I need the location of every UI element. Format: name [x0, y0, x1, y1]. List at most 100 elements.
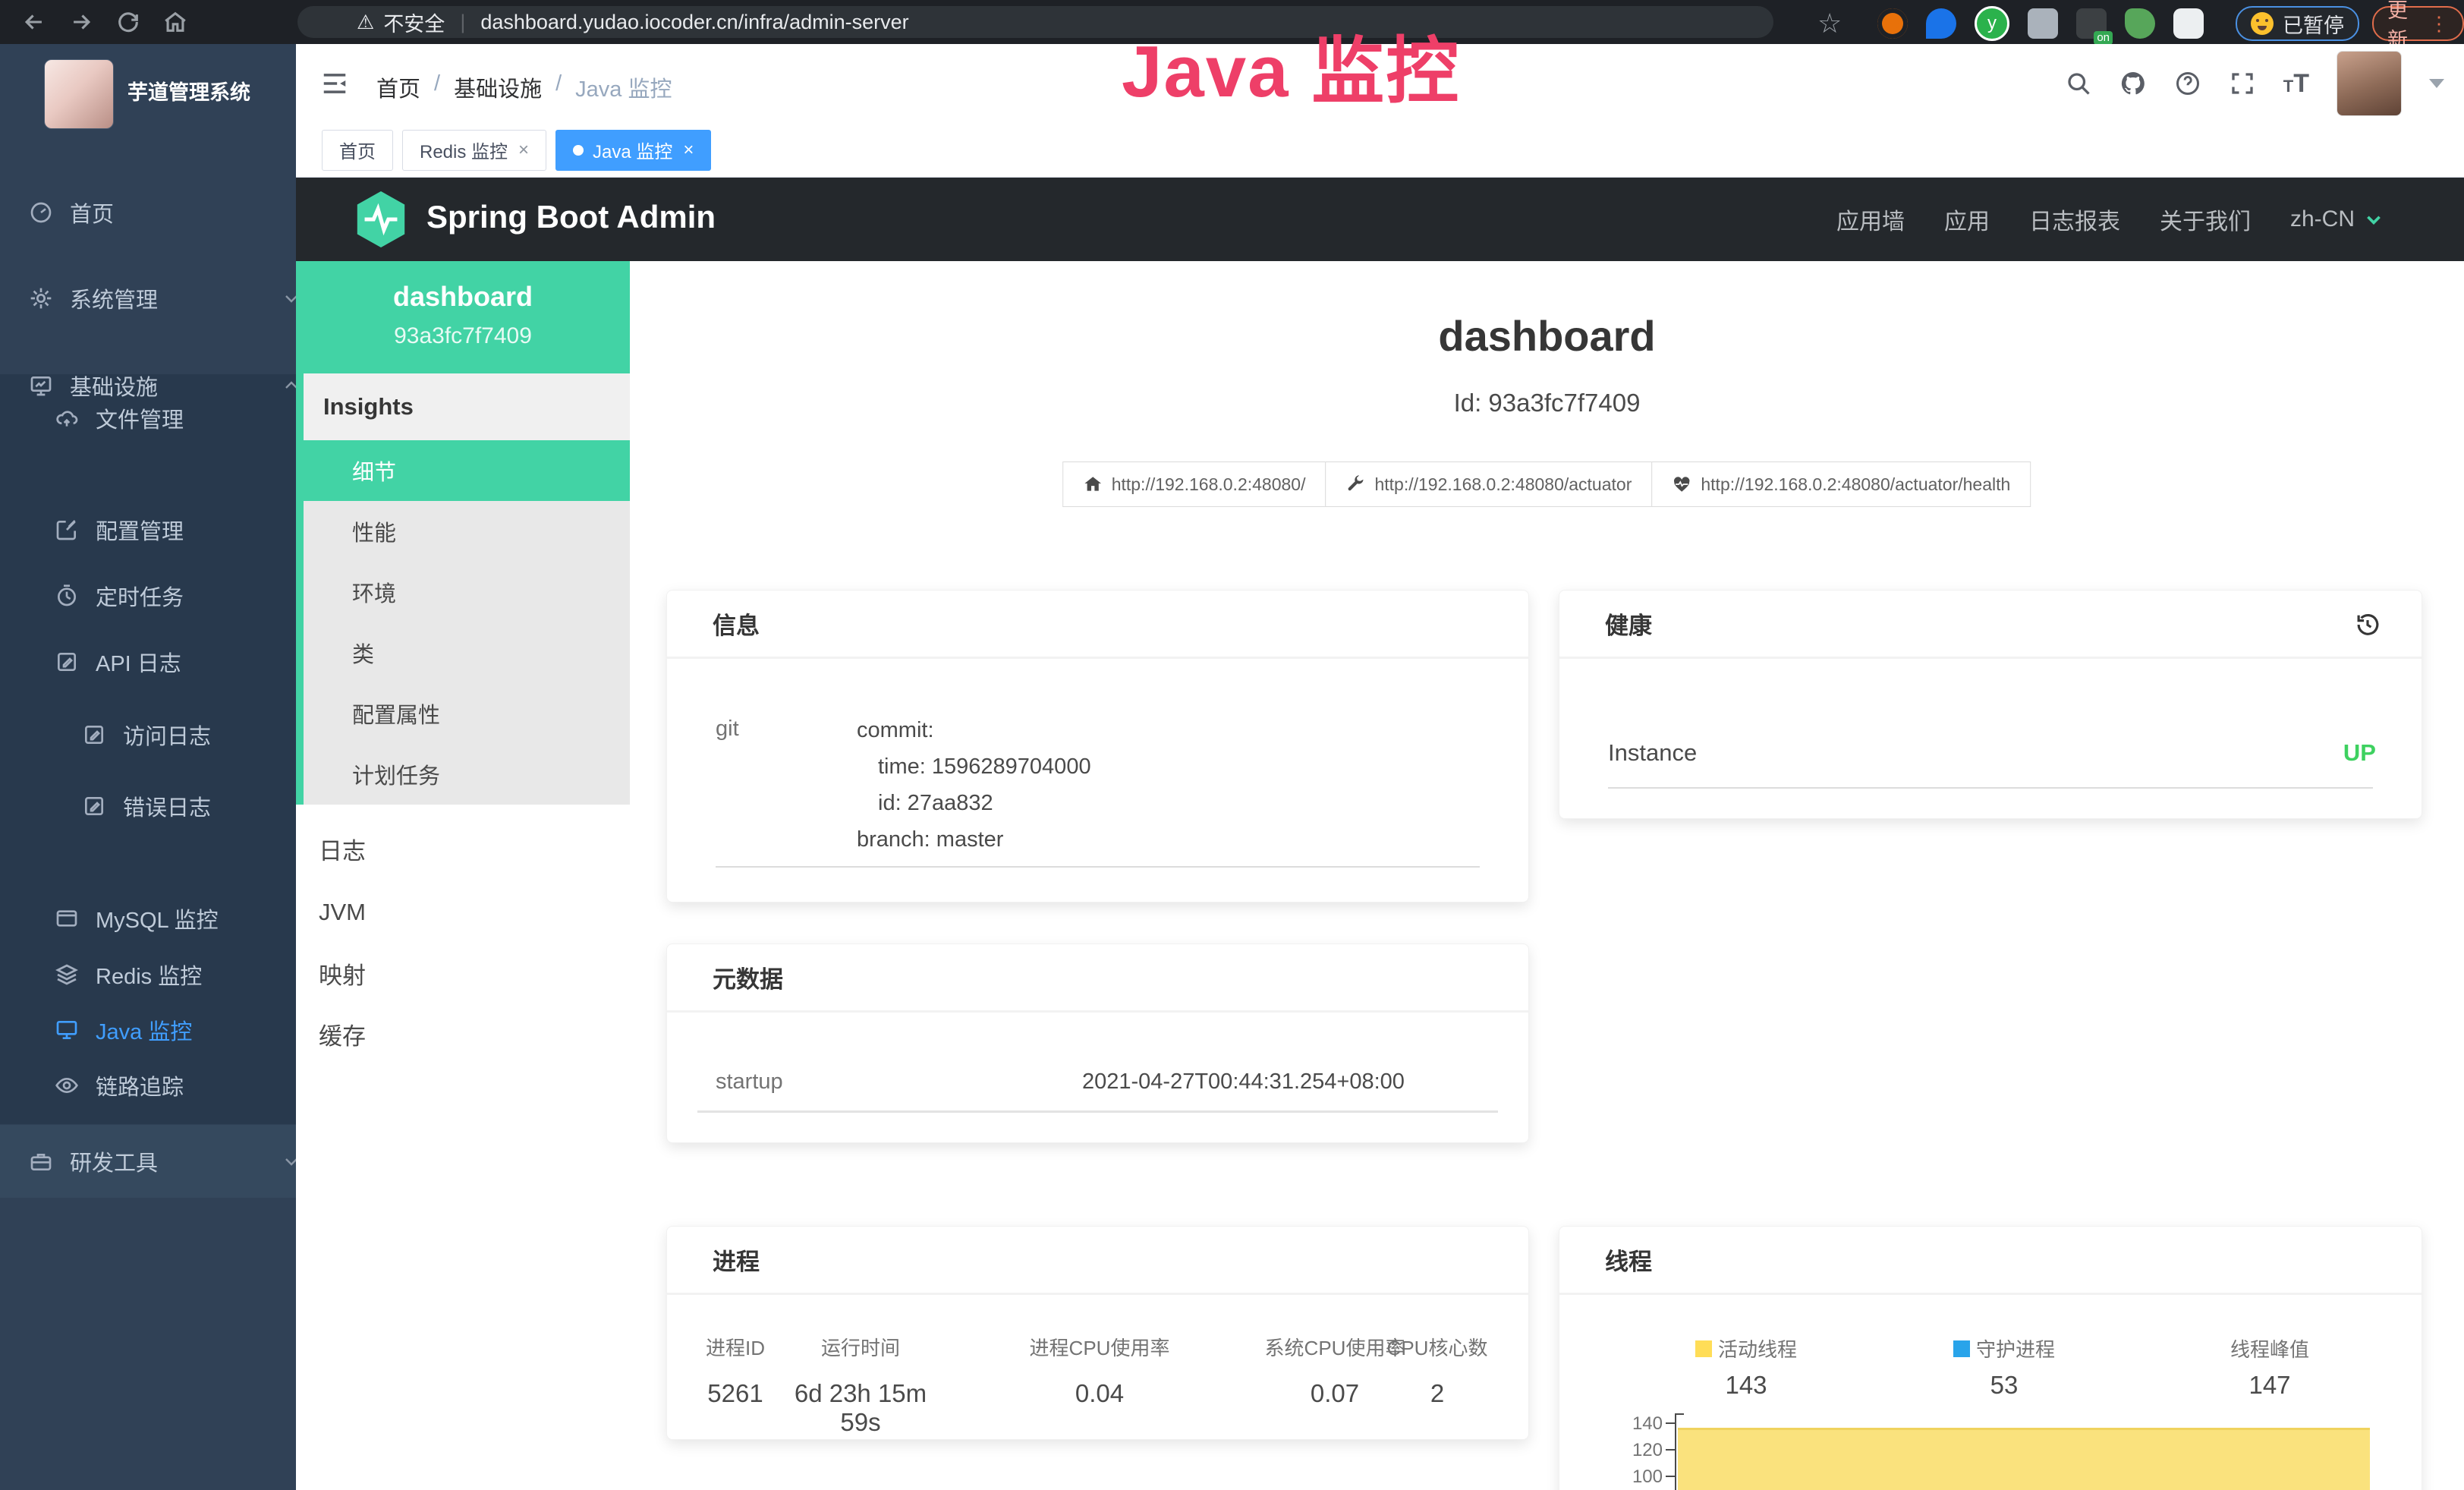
close-icon[interactable]: × — [683, 140, 694, 161]
extension-puzzle-icon[interactable] — [2173, 8, 2204, 39]
legend-label: 活动线程 — [1718, 1334, 1797, 1362]
bookmark-star-icon[interactable]: ☆ — [1817, 8, 1842, 39]
sidebar-item-label: 研发工具 — [70, 1145, 158, 1177]
peak-threads-value: 147 — [2248, 1371, 2290, 1400]
sba-sidebar-item-environment[interactable]: 环境 — [304, 562, 630, 622]
extension-beetle-icon[interactable] — [2125, 8, 2155, 39]
sba-sidebar-item-config-props[interactable]: 配置属性 — [304, 683, 630, 744]
page-instance-id: Id: 93a3fc7f7409 — [630, 389, 2464, 417]
extension-notes-icon[interactable]: on — [2076, 8, 2107, 39]
sba-item-label: 映射 — [319, 956, 366, 991]
sidebar-item-dev-tools[interactable]: 研发工具 — [0, 1125, 325, 1198]
instance-links: http://192.168.0.2:48080/ http://192.168… — [1063, 461, 2031, 507]
log-edit-icon — [55, 650, 79, 674]
update-button[interactable]: 更新 ⋮ — [2372, 6, 2464, 41]
sba-sidebar-item-scheduled-tasks[interactable]: 计划任务 — [304, 744, 630, 805]
legend-peak-threads: 线程峰值 — [2230, 1334, 2309, 1362]
sba-nav-about[interactable]: 关于我们 — [2160, 203, 2251, 236]
sba-sidebar-item-details[interactable]: 细节 — [304, 440, 630, 501]
extension-pin-icon[interactable] — [1926, 8, 1956, 39]
sidebar-item-home[interactable]: 首页 — [0, 181, 325, 244]
live-threads-area — [1678, 1428, 2370, 1490]
sba-sidebar-item-mappings[interactable]: 映射 — [296, 943, 630, 1003]
sba-nav-wallboard[interactable]: 应用墙 — [1836, 203, 1905, 236]
tab-home[interactable]: 首页 — [322, 130, 393, 171]
history-icon[interactable] — [2353, 610, 2382, 639]
service-url-button[interactable]: http://192.168.0.2:48080/ — [1062, 461, 1326, 507]
tag-tabs-bar: 首页 Redis 监控 × Java 监控 × — [296, 123, 2464, 178]
search-icon[interactable] — [2065, 70, 2092, 97]
help-icon[interactable] — [2174, 70, 2201, 97]
tab-java-monitor[interactable]: Java 监控 × — [555, 130, 711, 171]
legend-live-threads: 活动线程 — [1695, 1334, 1797, 1362]
git-branch-line: branch: master — [857, 821, 1091, 858]
extension-y-icon[interactable]: y — [1975, 6, 2009, 41]
stat-label: 运行时间 — [773, 1333, 948, 1361]
health-url-button[interactable]: http://192.168.0.2:48080/actuator/health — [1651, 461, 2031, 507]
sba-item-label: 计划任务 — [352, 758, 440, 790]
app-logo-row[interactable]: 芋道管理系统 — [0, 53, 296, 126]
close-icon[interactable]: × — [518, 140, 529, 161]
tick-mark — [1666, 1476, 1675, 1477]
tick-mark — [1666, 1449, 1675, 1451]
avatar-caret-icon[interactable] — [2429, 79, 2444, 88]
sidebar-item-label: MySQL 监控 — [96, 903, 219, 934]
sidebar-item-label: 定时任务 — [96, 580, 184, 612]
sba-item-label: 类 — [352, 637, 374, 669]
user-avatar[interactable] — [2337, 51, 2402, 116]
stat-value: 5261 — [682, 1379, 788, 1408]
git-commit-line: commit: — [857, 712, 1091, 748]
daemon-threads-value: 53 — [1990, 1371, 2019, 1400]
reload-icon[interactable] — [115, 9, 141, 35]
breadcrumb-infra[interactable]: 基础设施 — [454, 71, 542, 103]
y-axis — [1675, 1413, 1676, 1490]
extension-orange-icon[interactable] — [1877, 8, 1908, 39]
stat-cpu-cores: CPU核心数 2 — [1384, 1333, 1490, 1408]
sba-sidebar-item-metrics[interactable]: 性能 — [304, 501, 630, 562]
paused-label: 已暂停 — [2283, 9, 2344, 39]
health-url: http://192.168.0.2:48080/actuator/health — [1701, 474, 2010, 495]
briefcase-icon — [29, 1149, 53, 1173]
metadata-card: 元数据 startup 2021-04-27T00:44:31.254+08:0… — [666, 943, 1529, 1143]
breadcrumb-home[interactable]: 首页 — [376, 71, 420, 103]
y-axis-cap — [1675, 1413, 1684, 1415]
spring-boot-admin-logo[interactable] — [354, 190, 408, 249]
back-icon[interactable] — [21, 9, 47, 35]
sba-sidebar-item-caches[interactable]: 缓存 — [296, 1003, 630, 1064]
hamburger-icon[interactable] — [320, 69, 349, 98]
tab-redis-monitor[interactable]: Redis 监控 × — [402, 130, 546, 171]
sba-language-select[interactable]: zh-CN — [2290, 206, 2384, 232]
sba-brand-title[interactable]: Spring Boot Admin — [426, 199, 716, 235]
fullscreen-icon[interactable] — [2229, 70, 2256, 97]
divider — [1608, 787, 2373, 789]
security-label[interactable]: 不安全 — [383, 8, 445, 37]
extension-grid-icon[interactable] — [2028, 8, 2058, 39]
sba-main-content: dashboard Id: 93a3fc7f7409 http://192.16… — [630, 261, 2464, 1490]
url-text[interactable]: dashboard.yudao.iocoder.cn/infra/admin-s… — [480, 11, 908, 34]
security-warning-icon[interactable]: ⚠ — [357, 11, 374, 34]
address-bar[interactable]: ⚠ 不安全 | dashboard.yudao.iocoder.cn/infra… — [297, 6, 1773, 38]
sba-sidebar-item-classes[interactable]: 类 — [304, 622, 630, 683]
actuator-url-button[interactable]: http://192.168.0.2:48080/actuator — [1325, 461, 1652, 507]
sidebar-item-system[interactable]: 系统管理 — [0, 266, 325, 330]
sba-sidebar-item-jvm[interactable]: JVM — [296, 882, 630, 943]
info-card-title: 信息 — [667, 591, 1528, 659]
sba-nav-journal[interactable]: 日志报表 — [2029, 203, 2120, 236]
forward-icon[interactable] — [68, 9, 94, 35]
instance-header[interactable]: dashboard 93a3fc7f7409 — [296, 261, 630, 373]
sba-nav-applications[interactable]: 应用 — [1944, 203, 1990, 236]
home-icon[interactable] — [162, 9, 188, 35]
paused-button[interactable]: 已暂停 — [2236, 6, 2359, 41]
breadcrumb-separator: / — [434, 71, 440, 103]
metadata-card-title: 元数据 — [667, 944, 1528, 1013]
legend-daemon-threads: 守护进程 — [1953, 1334, 2055, 1362]
info-value: commit: time: 1596289704000 id: 27aa832 … — [857, 712, 1091, 858]
browser-menu-icon[interactable]: ⋮ — [2429, 12, 2449, 36]
monitor-icon — [55, 1018, 79, 1042]
annotation-text: Java 监控 — [1122, 12, 1460, 118]
database-window-icon — [55, 906, 79, 931]
github-icon[interactable] — [2119, 70, 2147, 97]
sba-sidebar-item-logs[interactable]: 日志 — [296, 818, 630, 879]
font-size-icon[interactable]: TT — [2283, 69, 2309, 99]
sidebar-item-label: Java 监控 — [96, 1014, 192, 1046]
